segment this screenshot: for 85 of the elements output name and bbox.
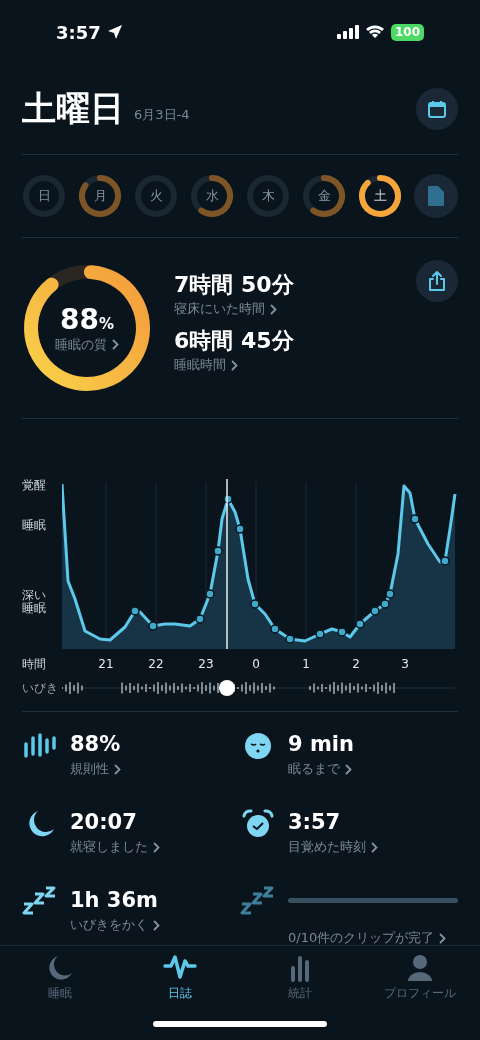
tab[interactable]: 睡眠 bbox=[0, 946, 120, 1006]
day-ring[interactable]: 土 bbox=[358, 174, 402, 218]
battery-level: 100 bbox=[390, 23, 424, 41]
y-axis-label: 深い睡眠 bbox=[22, 588, 47, 617]
stat-value: 88% bbox=[70, 731, 122, 758]
y-axis-label: 覚醒 bbox=[22, 479, 47, 493]
duration-link[interactable]: 寝床にいた時間 bbox=[174, 300, 277, 318]
location-arrow-icon bbox=[106, 24, 123, 40]
chevron-icon bbox=[439, 932, 447, 944]
timeline-handle[interactable] bbox=[219, 680, 235, 696]
x-axis-label: 1 bbox=[302, 657, 310, 671]
calendar-icon bbox=[427, 99, 447, 119]
status-time: 3:57 bbox=[56, 21, 101, 43]
stat-link[interactable]: 目覚めた時刻 bbox=[288, 838, 458, 856]
data-point bbox=[223, 494, 233, 504]
stat-value: 1h 36m bbox=[70, 887, 159, 914]
x-axis-label: 23 bbox=[198, 657, 214, 671]
data-point bbox=[410, 514, 420, 524]
calendar-button[interactable] bbox=[416, 88, 458, 130]
data-point bbox=[195, 614, 205, 624]
data-point bbox=[235, 524, 245, 534]
data-point bbox=[205, 589, 215, 599]
tab[interactable]: 統計 bbox=[240, 946, 360, 1006]
data-point bbox=[355, 619, 365, 629]
x-axis-title: 時間 bbox=[22, 655, 47, 673]
stat-link[interactable]: 0/10件のクリップが完了 bbox=[288, 929, 458, 947]
x-axis-label: 21 bbox=[98, 657, 114, 671]
day-ring[interactable]: 木 bbox=[246, 174, 290, 218]
chevron-icon bbox=[153, 841, 160, 853]
day-ring[interactable]: 日 bbox=[22, 174, 66, 218]
chevron-icon bbox=[345, 763, 352, 775]
data-point bbox=[385, 589, 395, 599]
wifi-icon bbox=[364, 25, 385, 39]
data-point bbox=[285, 634, 295, 644]
tab[interactable]: プロフィール bbox=[360, 946, 480, 1006]
date-label: 6月3日-4 bbox=[134, 106, 191, 124]
data-point bbox=[315, 629, 325, 639]
snore-label: いびき bbox=[22, 679, 59, 697]
share-icon bbox=[427, 270, 447, 292]
data-point bbox=[380, 599, 390, 609]
day-ring[interactable]: 火 bbox=[134, 174, 178, 218]
zzz-icon bbox=[22, 886, 58, 918]
duration-value: 7時間 50分 bbox=[174, 271, 295, 299]
day-ring[interactable]: 水 bbox=[190, 174, 234, 218]
stat-value: 3:57 bbox=[288, 809, 342, 836]
duration-link[interactable]: 睡眠時間 bbox=[174, 356, 238, 374]
data-point bbox=[130, 606, 140, 616]
stat-link[interactable]: 規則性 bbox=[70, 760, 240, 778]
chevron-icon bbox=[112, 339, 119, 350]
day-title: 土曜日 bbox=[22, 87, 124, 130]
data-point bbox=[337, 627, 347, 637]
quality-value: 88% bbox=[60, 302, 114, 336]
stat-value: 20:07 bbox=[70, 809, 138, 836]
stat-link[interactable]: 就寝しました bbox=[70, 838, 240, 856]
y-axis-label: 睡眠 bbox=[22, 518, 47, 533]
report-button[interactable] bbox=[414, 174, 458, 218]
x-axis-label: 2 bbox=[352, 657, 360, 671]
document-icon bbox=[427, 185, 445, 207]
x-axis-label: 0 bbox=[252, 657, 260, 671]
data-point bbox=[270, 624, 280, 634]
duration-value: 6時間 45分 bbox=[174, 327, 295, 355]
day-ring[interactable]: 金 bbox=[302, 174, 346, 218]
zzz-icon bbox=[240, 886, 276, 918]
stat-link[interactable]: 眠るまで bbox=[288, 760, 458, 778]
data-point bbox=[250, 599, 260, 609]
data-point bbox=[148, 621, 158, 631]
stat-value: 9 min bbox=[288, 731, 355, 758]
day-ring[interactable]: 月 bbox=[78, 174, 122, 218]
x-axis-label: 22 bbox=[148, 657, 164, 671]
tab[interactable]: 日誌 bbox=[120, 946, 240, 1006]
x-axis-label: 3 bbox=[401, 657, 409, 671]
stat-link[interactable]: いびきをかく bbox=[70, 916, 240, 934]
data-point bbox=[440, 556, 450, 566]
chevron-icon bbox=[114, 763, 121, 775]
chevron-icon bbox=[153, 919, 160, 931]
quality-link[interactable]: 睡眠の質 bbox=[55, 335, 119, 354]
share-button[interactable] bbox=[416, 260, 458, 302]
wave-icon bbox=[163, 954, 197, 982]
signal-icon bbox=[336, 25, 359, 39]
chevron-icon bbox=[371, 841, 378, 853]
data-point bbox=[213, 546, 223, 556]
alarm-clock-icon bbox=[240, 808, 276, 840]
chevron-icon bbox=[270, 303, 277, 315]
data-point bbox=[370, 606, 380, 616]
chevron-icon bbox=[231, 359, 238, 371]
